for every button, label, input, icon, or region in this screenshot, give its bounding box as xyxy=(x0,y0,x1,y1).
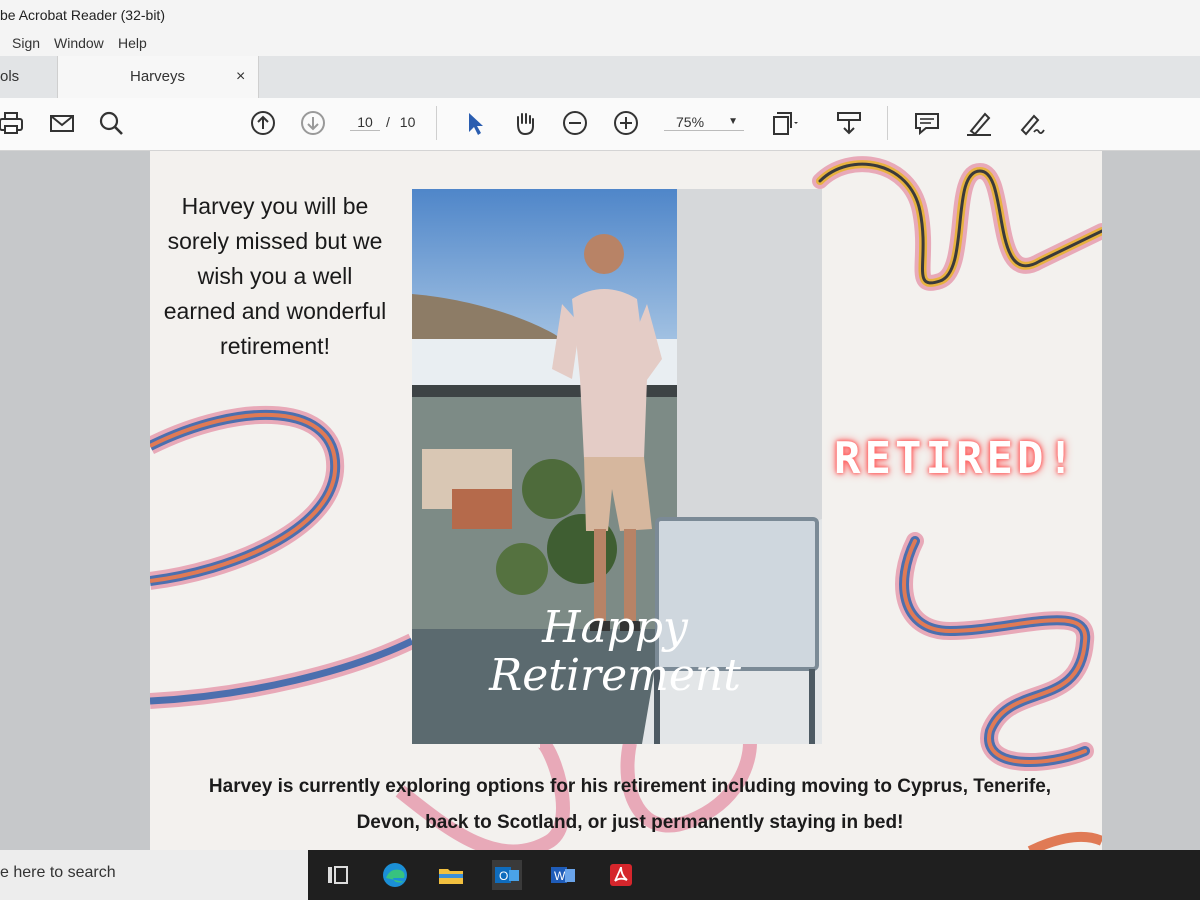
page-number-input[interactable]: 10 xyxy=(350,114,380,131)
zoom-value: 75% xyxy=(676,114,705,130)
svg-text:O: O xyxy=(499,869,508,883)
edge-icon[interactable] xyxy=(380,860,410,890)
menu-bar: Sign Window Help xyxy=(0,30,1200,56)
tab-harveys[interactable]: Harveys × xyxy=(57,56,259,98)
comment-icon[interactable] xyxy=(912,108,942,138)
page-down-icon[interactable] xyxy=(298,108,328,138)
page-total: 10 xyxy=(399,114,416,130)
file-explorer-icon[interactable] xyxy=(436,860,466,890)
zoom-in-icon[interactable] xyxy=(611,108,641,138)
word-icon[interactable]: W xyxy=(548,860,578,890)
farewell-message: Harvey you will be sorely missed but we … xyxy=(163,193,387,359)
select-cursor-icon[interactable] xyxy=(460,108,490,138)
search-placeholder: e here to search xyxy=(0,864,116,881)
windows-taskbar: e here to search O W xyxy=(0,850,1200,900)
page-current: 10 xyxy=(357,114,373,130)
menu-sign[interactable]: Sign xyxy=(12,35,40,51)
search-icon[interactable] xyxy=(96,108,126,138)
scroll-mode-icon[interactable] xyxy=(834,108,864,138)
close-icon[interactable]: × xyxy=(236,56,245,98)
toolbar-divider xyxy=(436,106,437,140)
mail-icon[interactable] xyxy=(47,108,77,138)
tab-tools[interactable]: ols xyxy=(0,56,56,98)
menu-help[interactable]: Help xyxy=(118,35,147,51)
happy-retirement-script: Happy Retirement xyxy=(480,604,750,700)
page-separator: / xyxy=(386,114,390,130)
menu-window[interactable]: Window xyxy=(54,35,104,51)
fit-page-icon[interactable] xyxy=(768,108,798,138)
retired-neon-label: RETIRED! xyxy=(834,433,1078,484)
print-icon[interactable] xyxy=(0,108,26,138)
document-page: Harvey you will be sorely missed but we … xyxy=(150,151,1102,851)
svg-text:W: W xyxy=(554,869,566,883)
highlight-pen-icon[interactable] xyxy=(964,108,994,138)
acrobat-icon[interactable] xyxy=(606,860,636,890)
toolbar-divider xyxy=(887,106,888,140)
outlook-icon[interactable]: O xyxy=(492,860,522,890)
chevron-down-icon: ▼ xyxy=(728,116,738,127)
hand-icon[interactable] xyxy=(510,108,540,138)
tab-tools-label: ols xyxy=(0,68,20,85)
retirement-plans-caption: Harvey is currently exploring options fo… xyxy=(208,776,1052,833)
sign-icon[interactable] xyxy=(1016,108,1046,138)
zoom-select[interactable]: 75% ▼ xyxy=(664,114,744,131)
retirement-text: Retirement xyxy=(489,650,741,701)
page-count: / 10 xyxy=(386,114,415,130)
zoom-out-icon[interactable] xyxy=(560,108,590,138)
happy-text: Happy xyxy=(542,602,688,653)
document-tab-bar: ols Harveys × xyxy=(0,56,1200,98)
window-title: be Acrobat Reader (32-bit) xyxy=(0,7,165,23)
tab-harveys-label: Harveys xyxy=(130,68,186,85)
toolbar: 10 / 10 75% ▼ xyxy=(0,98,1200,151)
task-view-icon[interactable] xyxy=(322,860,352,890)
window-title-bar: be Acrobat Reader (32-bit) xyxy=(0,0,1200,30)
page-up-icon[interactable] xyxy=(248,108,278,138)
taskbar-search-box[interactable]: e here to search xyxy=(0,850,308,900)
retirement-photo: Happy Retirement xyxy=(412,189,822,744)
